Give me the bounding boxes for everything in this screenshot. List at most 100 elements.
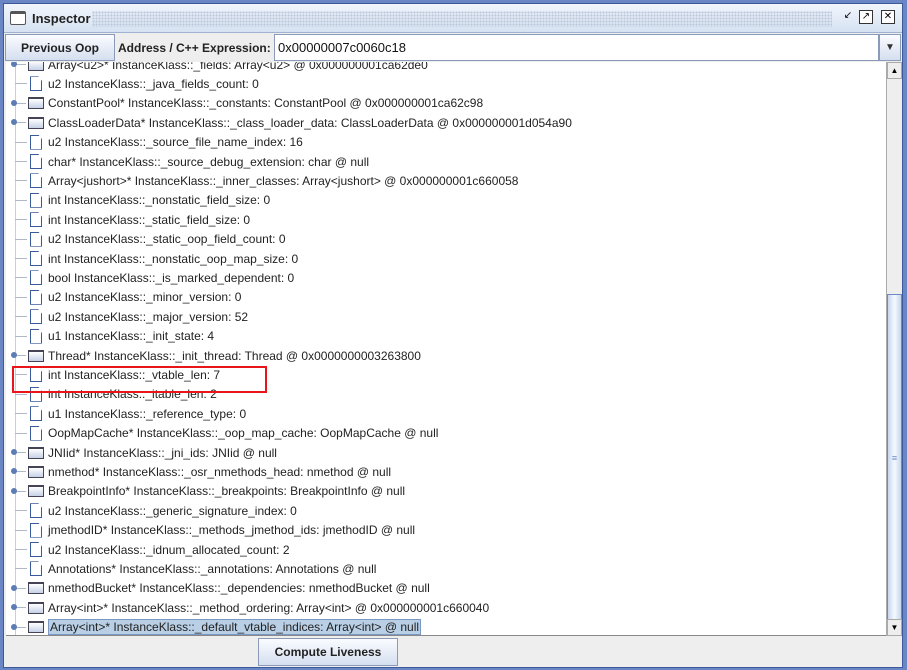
tree-row[interactable]: u2 InstanceKlass::_generic_signature_ind… xyxy=(6,501,297,520)
expand-handle-icon[interactable] xyxy=(11,604,17,611)
expand-handle-icon[interactable] xyxy=(11,487,17,494)
vertical-scrollbar[interactable]: ▲ ≡ ▼ xyxy=(886,62,902,636)
tree-handle[interactable] xyxy=(6,443,28,462)
maximize-icon[interactable]: ↗ xyxy=(859,10,873,24)
tree-handle xyxy=(6,307,28,326)
tree-row-label: JNIid* InstanceKlass::_jni_ids: JNIid @ … xyxy=(48,445,277,460)
file-icon xyxy=(30,522,42,538)
address-input[interactable]: 0x00000007c0060c18 xyxy=(274,34,879,61)
tree-row[interactable]: int InstanceKlass::_vtable_len: 7 xyxy=(6,365,220,384)
file-icon xyxy=(30,192,42,208)
tree-row[interactable]: Annotations* InstanceKlass::_annotations… xyxy=(6,559,376,578)
tree-row-label: int InstanceKlass::_static_field_size: 0 xyxy=(48,212,251,227)
tree-row[interactable]: int InstanceKlass::_itable_len: 2 xyxy=(6,385,217,404)
tree-row[interactable]: char* InstanceKlass::_source_debug_exten… xyxy=(6,152,369,171)
tree-row[interactable]: u2 InstanceKlass::_static_oop_field_coun… xyxy=(6,230,286,249)
tree-row-label: u1 InstanceKlass::_init_state: 4 xyxy=(48,329,215,344)
tree-handle xyxy=(6,404,28,423)
tree-handle xyxy=(6,501,28,520)
folder-icon xyxy=(28,349,44,362)
tree-row[interactable]: u2 InstanceKlass::_java_fields_count: 0 xyxy=(6,74,259,93)
tree-handle[interactable] xyxy=(6,579,28,598)
folder-icon xyxy=(28,601,44,614)
tree-row[interactable]: jmethodID* InstanceKlass::_methods_jmeth… xyxy=(6,521,415,540)
tree-handle[interactable] xyxy=(6,346,28,365)
inspector-tree: Array<u2>* InstanceKlass::_fields: Array… xyxy=(6,62,886,636)
tree-row[interactable]: ClassLoaderData* InstanceKlass::_class_l… xyxy=(6,113,572,132)
tree-row[interactable]: int InstanceKlass::_nonstatic_oop_map_si… xyxy=(6,249,298,268)
tree-row[interactable]: BreakpointInfo* InstanceKlass::_breakpoi… xyxy=(6,482,405,501)
file-icon xyxy=(30,503,42,519)
previous-oop-button[interactable]: Previous Oop xyxy=(5,34,115,61)
tree-row[interactable]: u1 InstanceKlass::_init_state: 4 xyxy=(6,327,214,346)
tree-row-label: u2 InstanceKlass::_java_fields_count: 0 xyxy=(48,76,259,91)
tree-row[interactable]: nmethod* InstanceKlass::_osr_nmethods_he… xyxy=(6,462,391,481)
file-icon xyxy=(30,76,42,92)
tree-row[interactable]: Thread* InstanceKlass::_init_thread: Thr… xyxy=(6,346,421,365)
tree-row-label: int InstanceKlass::_itable_len: 2 xyxy=(48,387,217,402)
expand-handle-icon[interactable] xyxy=(11,623,17,630)
file-icon xyxy=(30,542,42,557)
expand-handle-icon[interactable] xyxy=(11,468,17,475)
scroll-up-icon[interactable]: ▲ xyxy=(887,62,902,79)
file-icon xyxy=(30,289,42,305)
tree-handle xyxy=(6,559,28,578)
scroll-thumb[interactable]: ≡ xyxy=(887,294,902,621)
close-icon[interactable]: ✕ xyxy=(881,10,895,24)
tree-row-label: Array<int>* InstanceKlass::_default_vtab… xyxy=(48,619,422,635)
tree-row[interactable]: ConstantPool* InstanceKlass::_constants:… xyxy=(6,94,483,113)
tree-row-label: Thread* InstanceKlass::_init_thread: Thr… xyxy=(48,348,421,363)
tree-row[interactable]: JNIid* InstanceKlass::_jni_ids: JNIid @ … xyxy=(6,443,277,462)
tree-handle[interactable] xyxy=(6,462,28,481)
tree-handle[interactable] xyxy=(6,113,28,132)
iconify-icon[interactable]: ↙ xyxy=(841,10,855,24)
tree-row[interactable]: int InstanceKlass::_nonstatic_field_size… xyxy=(6,191,270,210)
file-icon xyxy=(30,367,42,383)
expand-handle-icon[interactable] xyxy=(11,584,17,591)
tree-handle xyxy=(6,540,28,559)
expand-handle-icon[interactable] xyxy=(11,119,17,126)
expand-handle-icon[interactable] xyxy=(11,62,17,67)
tree-handle[interactable] xyxy=(6,598,28,617)
tree-row[interactable]: Array<int>* InstanceKlass::_method_order… xyxy=(6,598,489,617)
compute-liveness-button[interactable]: Compute Liveness xyxy=(258,638,398,666)
tree-row-label: u1 InstanceKlass::_reference_type: 0 xyxy=(48,406,247,421)
tree-handle[interactable] xyxy=(6,618,28,635)
tree-row-label: ConstantPool* InstanceKlass::_constants:… xyxy=(48,96,484,111)
expand-handle-icon[interactable] xyxy=(11,449,17,455)
folder-icon xyxy=(28,465,44,478)
tree-row[interactable]: u2 InstanceKlass::_source_file_name_inde… xyxy=(6,133,303,152)
tree-handle[interactable] xyxy=(6,94,28,113)
chevron-down-icon[interactable]: ▼ xyxy=(879,34,901,61)
file-icon xyxy=(30,134,42,150)
tree-row-label: nmethod* InstanceKlass::_osr_nmethods_he… xyxy=(48,464,392,479)
tree-handle xyxy=(6,152,28,171)
tree-row[interactable]: bool InstanceKlass::_is_marked_dependent… xyxy=(6,268,294,287)
tree-handle[interactable] xyxy=(6,62,28,74)
tree-row[interactable]: u2 InstanceKlass::_minor_version: 0 xyxy=(6,288,241,307)
tree-row[interactable]: u2 InstanceKlass::_major_version: 52 xyxy=(6,307,248,326)
tree-handle xyxy=(6,230,28,249)
tree-row[interactable]: u1 InstanceKlass::_reference_type: 0 xyxy=(6,404,246,423)
tree-row[interactable]: Array<u2>* InstanceKlass::_fields: Array… xyxy=(6,62,428,74)
scroll-down-icon[interactable]: ▼ xyxy=(887,619,902,636)
file-icon xyxy=(30,154,42,169)
tree-row-label: Array<jushort>* InstanceKlass::_inner_cl… xyxy=(48,173,519,188)
tree-handle xyxy=(6,327,28,346)
tree-handle[interactable] xyxy=(6,482,28,501)
tree-handle xyxy=(6,385,28,404)
tree-row-label: u2 InstanceKlass::_major_version: 52 xyxy=(48,309,249,324)
tree-row[interactable]: nmethodBucket* InstanceKlass::_dependenc… xyxy=(6,579,430,598)
window-icon xyxy=(10,11,26,25)
tree-row[interactable]: int InstanceKlass::_static_field_size: 0 xyxy=(6,210,250,229)
title-texture xyxy=(92,11,832,27)
tree-row[interactable]: u2 InstanceKlass::_idnum_allocated_count… xyxy=(6,540,290,559)
tree-handle xyxy=(6,191,28,210)
expand-handle-icon[interactable] xyxy=(11,99,17,106)
tree-row[interactable]: Array<jushort>* InstanceKlass::_inner_cl… xyxy=(6,171,518,190)
tree-row-label: ClassLoaderData* InstanceKlass::_class_l… xyxy=(48,115,572,130)
tree-row[interactable]: OopMapCache* InstanceKlass::_oop_map_cac… xyxy=(6,424,438,443)
expand-handle-icon[interactable] xyxy=(11,352,17,358)
tree-row[interactable]: Array<int>* InstanceKlass::_default_vtab… xyxy=(6,618,422,635)
inspector-window: Inspector ↙ ↗ ✕ Previous Oop Address / C… xyxy=(3,3,903,668)
